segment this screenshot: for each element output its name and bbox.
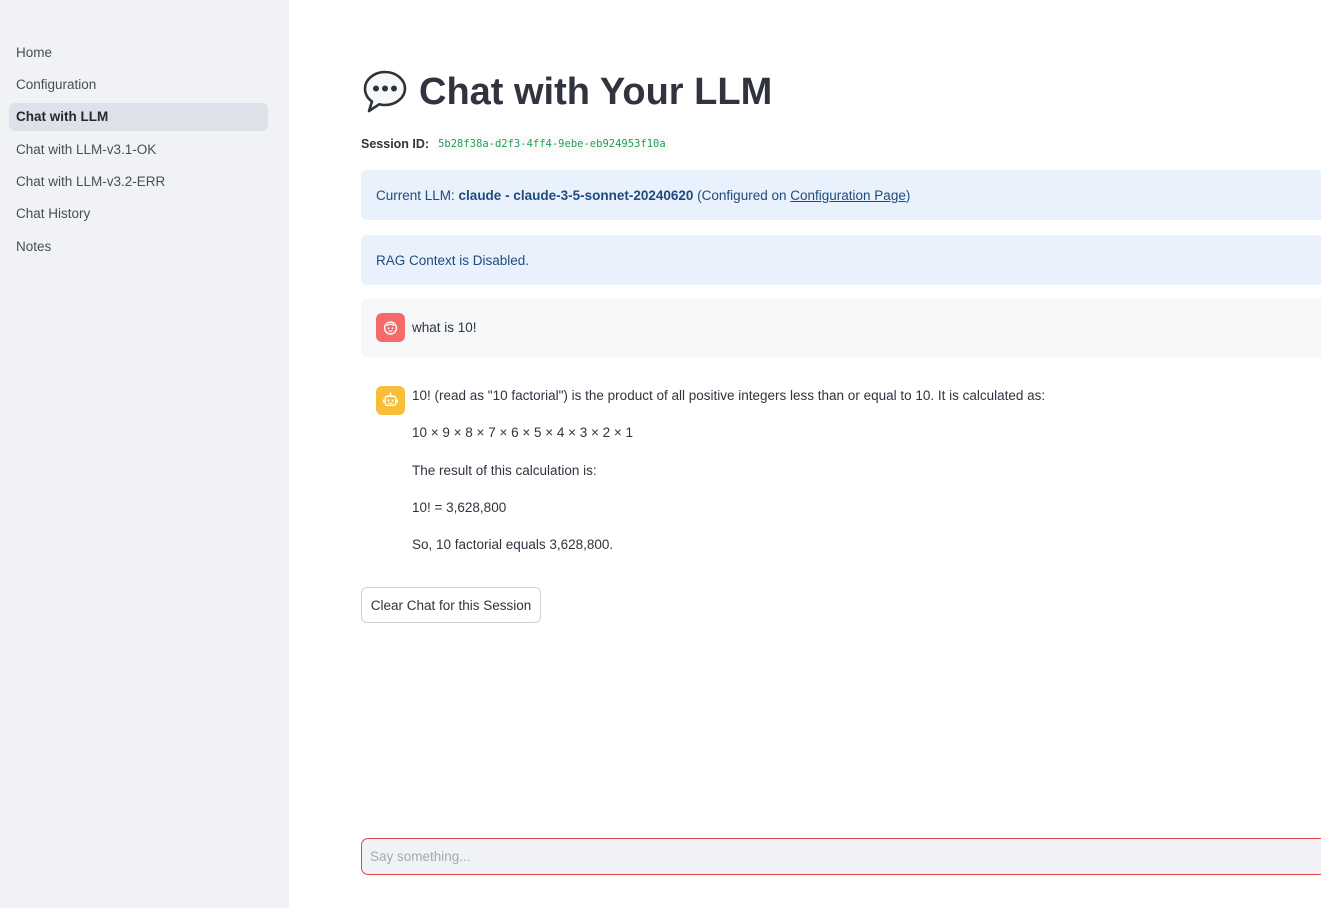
assistant-message-line: The result of this calculation is: xyxy=(412,463,597,478)
user-message: what is 10! xyxy=(361,299,1321,357)
speech-balloon-icon xyxy=(363,70,407,113)
sidebar-item-configuration[interactable]: Configuration xyxy=(9,70,268,98)
clear-chat-button[interactable]: Clear Chat for this Session xyxy=(361,587,541,623)
user-face-icon xyxy=(383,321,398,335)
sidebar-item-notes[interactable]: Notes xyxy=(9,232,268,260)
page-title: Chat with Your LLM xyxy=(361,68,772,116)
chat-input[interactable] xyxy=(361,838,1321,875)
current-llm-info: Current LLM: claude - claude-3-5-sonnet-… xyxy=(361,170,1321,220)
llm-info-middle: (Configured on xyxy=(697,187,787,203)
sidebar-item-chat-with-llm-v3-1-ok[interactable]: Chat with LLM-v3.1-OK xyxy=(9,135,268,163)
robot-icon xyxy=(382,392,399,406)
assistant-message-line: 10! = 3,628,800 xyxy=(412,500,507,515)
user-avatar xyxy=(376,313,405,342)
llm-model-name: claude - claude-3-5-sonnet-20240620 xyxy=(458,187,694,203)
sidebar-item-chat-with-llm-v3-2-err[interactable]: Chat with LLM-v3.2-ERR xyxy=(9,168,268,196)
page-title-text: Chat with Your LLM xyxy=(419,70,773,113)
assistant-avatar xyxy=(376,386,405,415)
assistant-message-line: 10 × 9 × 8 × 7 × 6 × 5 × 4 × 3 × 2 × 1 xyxy=(412,425,634,440)
assistant-message-line: 10! (read as "10 factorial") is the prod… xyxy=(412,388,1046,403)
rag-status-info: RAG Context is Disabled. xyxy=(361,235,1321,285)
user-message-text: what is 10! xyxy=(412,320,477,335)
assistant-message-line: So, 10 factorial equals 3,628,800. xyxy=(412,537,614,552)
rag-status-text: RAG Context is Disabled. xyxy=(376,252,530,268)
llm-info-suffix: ) xyxy=(905,187,911,203)
main-content: Chat with Your LLM Session ID: 5b28f38a-… xyxy=(289,0,1321,908)
session-id: 5b28f38a-d2f3-4ff4-9ebe-eb924953f10a xyxy=(435,136,669,152)
app-root: Home Configuration Chat with LLM Chat wi… xyxy=(0,0,1321,908)
sidebar: Home Configuration Chat with LLM Chat wi… xyxy=(0,0,289,908)
sidebar-item-chat-history[interactable]: Chat History xyxy=(9,200,268,228)
configuration-page-link[interactable]: Configuration Page xyxy=(790,188,906,203)
sidebar-nav: Home Configuration Chat with LLM Chat wi… xyxy=(9,38,268,265)
session-label: Session ID: xyxy=(361,137,430,151)
llm-info-prefix: Current LLM: xyxy=(376,187,455,203)
sidebar-item-home[interactable]: Home xyxy=(9,38,268,66)
session-info: Session ID: 5b28f38a-d2f3-4ff4-9ebe-eb92… xyxy=(361,136,669,152)
sidebar-item-chat-with-llm[interactable]: Chat with LLM xyxy=(9,102,268,131)
